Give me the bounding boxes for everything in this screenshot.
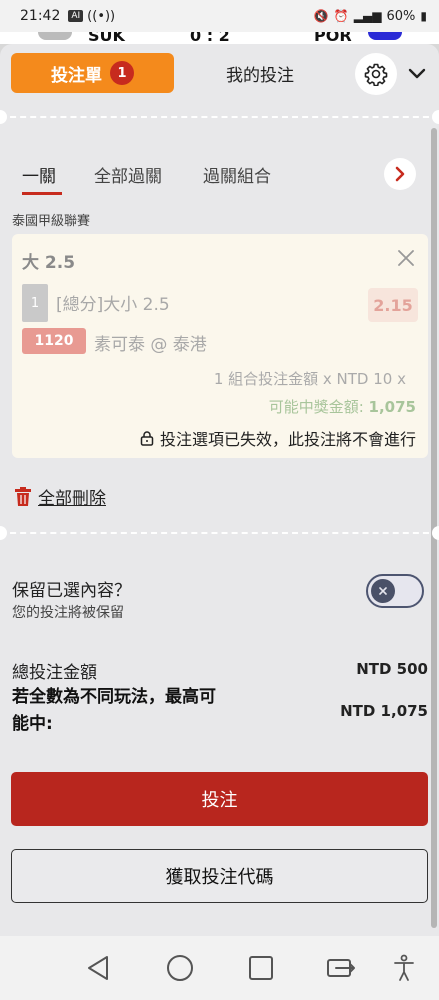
betslip-count-badge: 1 <box>110 61 134 85</box>
signal-icon: ▂▄▆ <box>353 9 382 23</box>
background-match-strip: SUK 0 : 2 POR <box>0 32 439 44</box>
keep-selections-subtitle: 您的投注將被保留 <box>12 605 124 621</box>
hotspot-icon: ((•)) <box>87 8 116 24</box>
home-team: SUK <box>88 32 125 44</box>
match-id-badge: 1120 <box>22 328 86 354</box>
tab-betslip[interactable]: 投注單 1 <box>11 53 174 93</box>
bet-card: 大 2.5 1 [總分]大小 2.5 2.15 1120 素可泰 @ 泰港 1 … <box>12 234 428 458</box>
keep-selections-toggle[interactable] <box>366 574 424 608</box>
gear-icon <box>364 63 388 86</box>
keep-selections-title: 保留已選內容？ <box>12 581 131 601</box>
ticket-notch-left <box>0 526 7 540</box>
league-name: 泰國甲級聯賽 <box>12 214 91 229</box>
leg-number-badge: 1 <box>22 284 48 322</box>
collapse-button[interactable] <box>404 61 430 87</box>
close-icon <box>398 250 414 266</box>
ticket-notch-right <box>432 110 439 124</box>
toggle-knob <box>371 579 395 603</box>
home-jersey-icon <box>38 32 72 40</box>
odds-badge: 2.15 <box>368 288 418 322</box>
home-button[interactable] <box>162 950 198 986</box>
delete-all-label: 全部刪除 <box>38 489 106 509</box>
betslip-header: 投注單 1 我的投注 <box>0 44 439 104</box>
battery-icon: ▮ <box>420 9 427 23</box>
max-win-label: 若全數為不同玩法，最高可能中: <box>12 687 216 734</box>
match-name: 素可泰 @ 泰港 <box>94 335 207 355</box>
settings-button[interactable] <box>355 53 397 95</box>
delete-all-button[interactable]: 全部刪除 <box>14 484 106 509</box>
get-bet-code-button[interactable]: 獲取投注代碼 <box>11 849 428 903</box>
away-team: POR <box>314 32 352 44</box>
total-stake-value: NTD 500 <box>356 660 428 678</box>
warning-text: 投注選項已失效，此投注將不會進行 <box>159 430 416 449</box>
match-score: 0 : 2 <box>190 32 230 44</box>
home-circle-icon <box>167 955 193 981</box>
mute-icon: 🔇 <box>313 9 329 23</box>
stake-line: 1 組合投注金額 x NTD 10 x <box>213 370 406 388</box>
recents-button[interactable] <box>243 950 279 986</box>
chevron-right-icon <box>395 166 405 182</box>
tab-all-parlays[interactable]: 全部過關 <box>94 162 162 187</box>
accessibility-icon <box>394 954 414 981</box>
chevron-down-icon <box>408 68 426 79</box>
ai-badge: AI <box>68 10 84 22</box>
recents-square-icon <box>249 956 273 980</box>
switch-app-icon <box>327 959 355 977</box>
close-icon <box>379 587 387 595</box>
battery-level: 60% <box>386 8 416 24</box>
trash-icon <box>15 486 31 506</box>
max-win-value: NTD 1,075 <box>340 702 428 720</box>
tab-parlay-combos[interactable]: 過關組合 <box>203 162 271 187</box>
place-bet-button[interactable]: 投注 <box>11 772 428 826</box>
tab-my-bets[interactable]: 我的投注 <box>190 53 330 93</box>
payout-label: 可能中獎金額: <box>268 398 369 416</box>
bet-type-tabs: 一關 全部過關 過關組合 <box>0 154 439 198</box>
tab-betslip-label: 投注單 <box>51 65 102 86</box>
back-triangle-icon <box>88 956 108 980</box>
invalid-bet-warning: 投注選項已失效，此投注將不會進行 <box>140 426 416 450</box>
active-tab-indicator <box>22 192 62 195</box>
potential-payout: 可能中獎金額: 1,075 <box>269 396 416 417</box>
divider <box>0 116 439 118</box>
status-icons: 🔇 ⏰ ▂▄▆ 60% ▮ <box>314 9 427 24</box>
ticket-notch-left <box>0 110 7 124</box>
tab-single[interactable]: 一關 <box>22 162 56 187</box>
ticket-notch-right <box>432 526 439 540</box>
alarm-icon: ⏰ <box>333 9 349 23</box>
accessibility-button[interactable] <box>386 950 422 986</box>
status-time: 21:42 <box>20 8 61 24</box>
lock-icon <box>140 431 154 446</box>
switch-app-button[interactable] <box>324 950 360 986</box>
remove-bet-button[interactable] <box>394 246 418 270</box>
betslip-panel: 投注單 1 我的投注 一關 全部過關 過關組合 泰國甲級聯賽 大 2.5 1 [… <box>0 44 439 936</box>
away-jersey-icon <box>368 32 402 40</box>
back-button[interactable] <box>80 950 116 986</box>
bet-selection: 大 2.5 <box>22 253 76 273</box>
navigation-bar <box>0 936 439 1000</box>
payout-value: 1,075 <box>368 398 416 416</box>
status-bar: 21:42 AI ((•)) 🔇 ⏰ ▂▄▆ 60% ▮ <box>0 0 439 32</box>
tabs-next-button[interactable] <box>384 158 416 190</box>
bet-market: [總分]大小 2.5 <box>56 295 170 315</box>
total-stake-label: 總投注金額 <box>12 663 97 683</box>
divider <box>0 532 439 534</box>
